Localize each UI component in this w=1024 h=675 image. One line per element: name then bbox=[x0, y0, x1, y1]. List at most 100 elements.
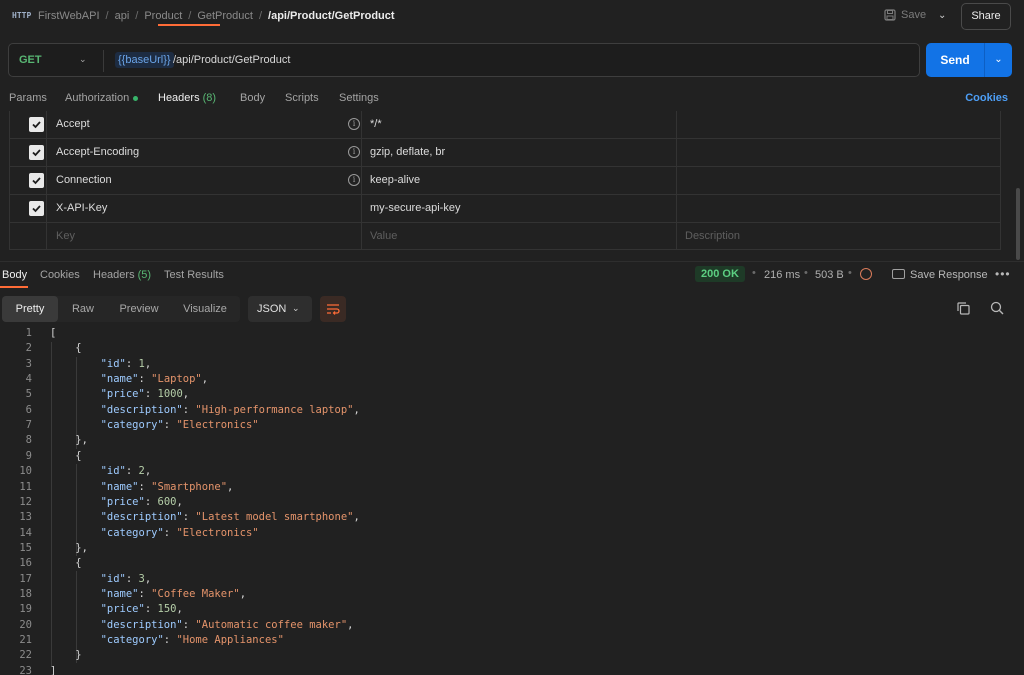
scrollbar[interactable] bbox=[1016, 188, 1020, 260]
format-select[interactable]: JSON bbox=[248, 296, 312, 322]
response-body-editor[interactable]: 1[2 {3 "id": 1, 4 "name": "Laptop", 5 "pri… bbox=[0, 326, 1024, 675]
code-text: "description": "High-performance laptop"… bbox=[100, 403, 360, 416]
tab-body[interactable]: Body bbox=[240, 92, 265, 104]
code-text: "id": 3, bbox=[100, 572, 152, 585]
header-value[interactable]: gzip, deflate, br bbox=[370, 146, 445, 158]
code-line: 10 "id": 2, bbox=[0, 464, 1024, 479]
breadcrumb-item-api[interactable]: api bbox=[115, 10, 130, 22]
send-button[interactable]: Send bbox=[926, 43, 984, 77]
tab-response-body[interactable]: Body bbox=[2, 269, 27, 281]
code-text: "id": 2, bbox=[100, 465, 152, 478]
code-text: "description": "Latest model smartphone"… bbox=[100, 511, 360, 524]
copy-icon[interactable] bbox=[957, 302, 970, 315]
save-response-icon bbox=[892, 269, 905, 279]
code-text: "description": "Automatic coffee maker", bbox=[100, 618, 354, 631]
separator-dot: • bbox=[848, 267, 852, 279]
header-key[interactable]: Accept-Encoding bbox=[56, 146, 139, 158]
status-dot-icon bbox=[133, 95, 139, 101]
tab-params[interactable]: Params bbox=[9, 92, 47, 104]
tab-settings[interactable]: Settings bbox=[339, 92, 379, 104]
request-name[interactable]: /api/Product/GetProduct bbox=[268, 10, 395, 22]
info-icon[interactable]: i bbox=[348, 174, 360, 186]
breadcrumb-item-collection[interactable]: FirstWebAPI bbox=[38, 10, 100, 22]
code-line: 3 "id": 1, bbox=[0, 357, 1024, 372]
tab-label: Headers bbox=[158, 92, 200, 104]
line-number: 11 bbox=[19, 480, 32, 493]
breadcrumb-item-product[interactable]: Product bbox=[144, 10, 182, 22]
code-text: "name": "Coffee Maker", bbox=[100, 587, 247, 600]
save-response-button[interactable]: Save Response bbox=[910, 269, 988, 281]
view-raw[interactable]: Raw bbox=[58, 296, 108, 322]
line-number: 6 bbox=[25, 403, 32, 416]
chevron-down-icon[interactable]: ⌄ bbox=[938, 10, 946, 21]
globe-icon[interactable] bbox=[860, 268, 872, 280]
header-key[interactable]: Connection bbox=[56, 174, 112, 186]
code-line: 6 "description": "High-performance lapto… bbox=[0, 403, 1024, 418]
code-text: "price": 150, bbox=[100, 603, 183, 616]
code-line: 17 "id": 3, bbox=[0, 572, 1024, 587]
wrap-lines-button[interactable] bbox=[320, 296, 346, 322]
code-line: 22 } bbox=[0, 648, 1024, 663]
code-text: "category": "Electronics" bbox=[100, 526, 259, 539]
tab-headers[interactable]: Headers (8) bbox=[158, 92, 216, 104]
tab-response-headers[interactable]: Headers (5) bbox=[93, 269, 151, 281]
save-button[interactable]: Save bbox=[884, 9, 926, 21]
cookies-link[interactable]: Cookies bbox=[965, 92, 1008, 104]
view-mode-group: Pretty Raw Preview Visualize bbox=[2, 296, 240, 322]
breadcrumb-item-getproduct[interactable]: GetProduct bbox=[197, 10, 253, 22]
view-visualize[interactable]: Visualize bbox=[170, 296, 240, 322]
url-bar[interactable]: GET ⌄ {{baseUrl}} /api/Product/GetProduc… bbox=[8, 43, 920, 77]
url-variable[interactable]: {{baseUrl}} bbox=[115, 52, 174, 68]
response-time[interactable]: 216 ms bbox=[764, 269, 800, 281]
header-key[interactable]: Accept bbox=[56, 118, 90, 130]
url-input[interactable]: /api/Product/GetProduct bbox=[173, 54, 290, 66]
line-number: 19 bbox=[19, 603, 32, 616]
code-line: 8 }, bbox=[0, 433, 1024, 448]
header-value[interactable]: */* bbox=[370, 118, 382, 130]
info-icon[interactable]: i bbox=[348, 118, 360, 130]
active-tab-indicator bbox=[0, 286, 28, 288]
value-input[interactable]: Value bbox=[370, 230, 397, 242]
code-text: "category": "Electronics" bbox=[100, 419, 259, 432]
header-checkbox[interactable] bbox=[29, 201, 44, 216]
line-number: 23 bbox=[19, 664, 32, 675]
info-icon[interactable]: i bbox=[348, 146, 360, 158]
search-icon[interactable] bbox=[990, 301, 1004, 315]
line-number: 4 bbox=[25, 373, 32, 386]
header-key[interactable]: X-API-Key bbox=[56, 202, 107, 214]
view-pretty[interactable]: Pretty bbox=[2, 296, 58, 322]
line-number: 10 bbox=[19, 465, 32, 478]
tab-label: Headers bbox=[93, 269, 135, 281]
key-input[interactable]: Key bbox=[56, 230, 75, 242]
more-options-icon[interactable]: ••• bbox=[995, 267, 1011, 281]
response-size[interactable]: 503 B bbox=[815, 269, 844, 281]
share-button[interactable]: Share bbox=[961, 3, 1011, 30]
status-badge[interactable]: 200 OK bbox=[695, 266, 745, 282]
line-number: 12 bbox=[19, 495, 32, 508]
header-checkbox[interactable] bbox=[29, 145, 44, 160]
line-number: 17 bbox=[19, 572, 32, 585]
line-number: 16 bbox=[19, 557, 32, 570]
tab-response-cookies[interactable]: Cookies bbox=[40, 269, 80, 281]
method-select[interactable]: GET bbox=[19, 54, 42, 66]
tab-authorization[interactable]: Authorization bbox=[65, 92, 139, 104]
view-preview[interactable]: Preview bbox=[108, 296, 170, 322]
chevron-down-icon[interactable]: ⌄ bbox=[985, 43, 1012, 77]
divider bbox=[0, 261, 1024, 262]
tab-scripts[interactable]: Scripts bbox=[285, 92, 319, 104]
header-value[interactable]: my-secure-api-key bbox=[370, 202, 460, 214]
separator-dot: • bbox=[752, 267, 756, 279]
tab-label: Authorization bbox=[65, 92, 130, 104]
send-button-group: Send ⌄ bbox=[926, 43, 1012, 77]
chevron-down-icon[interactable]: ⌄ bbox=[292, 303, 300, 314]
description-input[interactable]: Description bbox=[685, 230, 740, 242]
line-number: 1 bbox=[25, 327, 32, 339]
header-checkbox[interactable] bbox=[29, 117, 44, 132]
tab-test-results[interactable]: Test Results bbox=[164, 269, 224, 281]
chevron-down-icon[interactable]: ⌄ bbox=[79, 54, 87, 65]
code-line: 13 "description": "Latest model smartpho… bbox=[0, 510, 1024, 525]
header-value[interactable]: keep-alive bbox=[370, 174, 420, 186]
headers-count: (8) bbox=[202, 92, 217, 104]
line-number: 14 bbox=[19, 526, 32, 539]
header-checkbox[interactable] bbox=[29, 173, 44, 188]
